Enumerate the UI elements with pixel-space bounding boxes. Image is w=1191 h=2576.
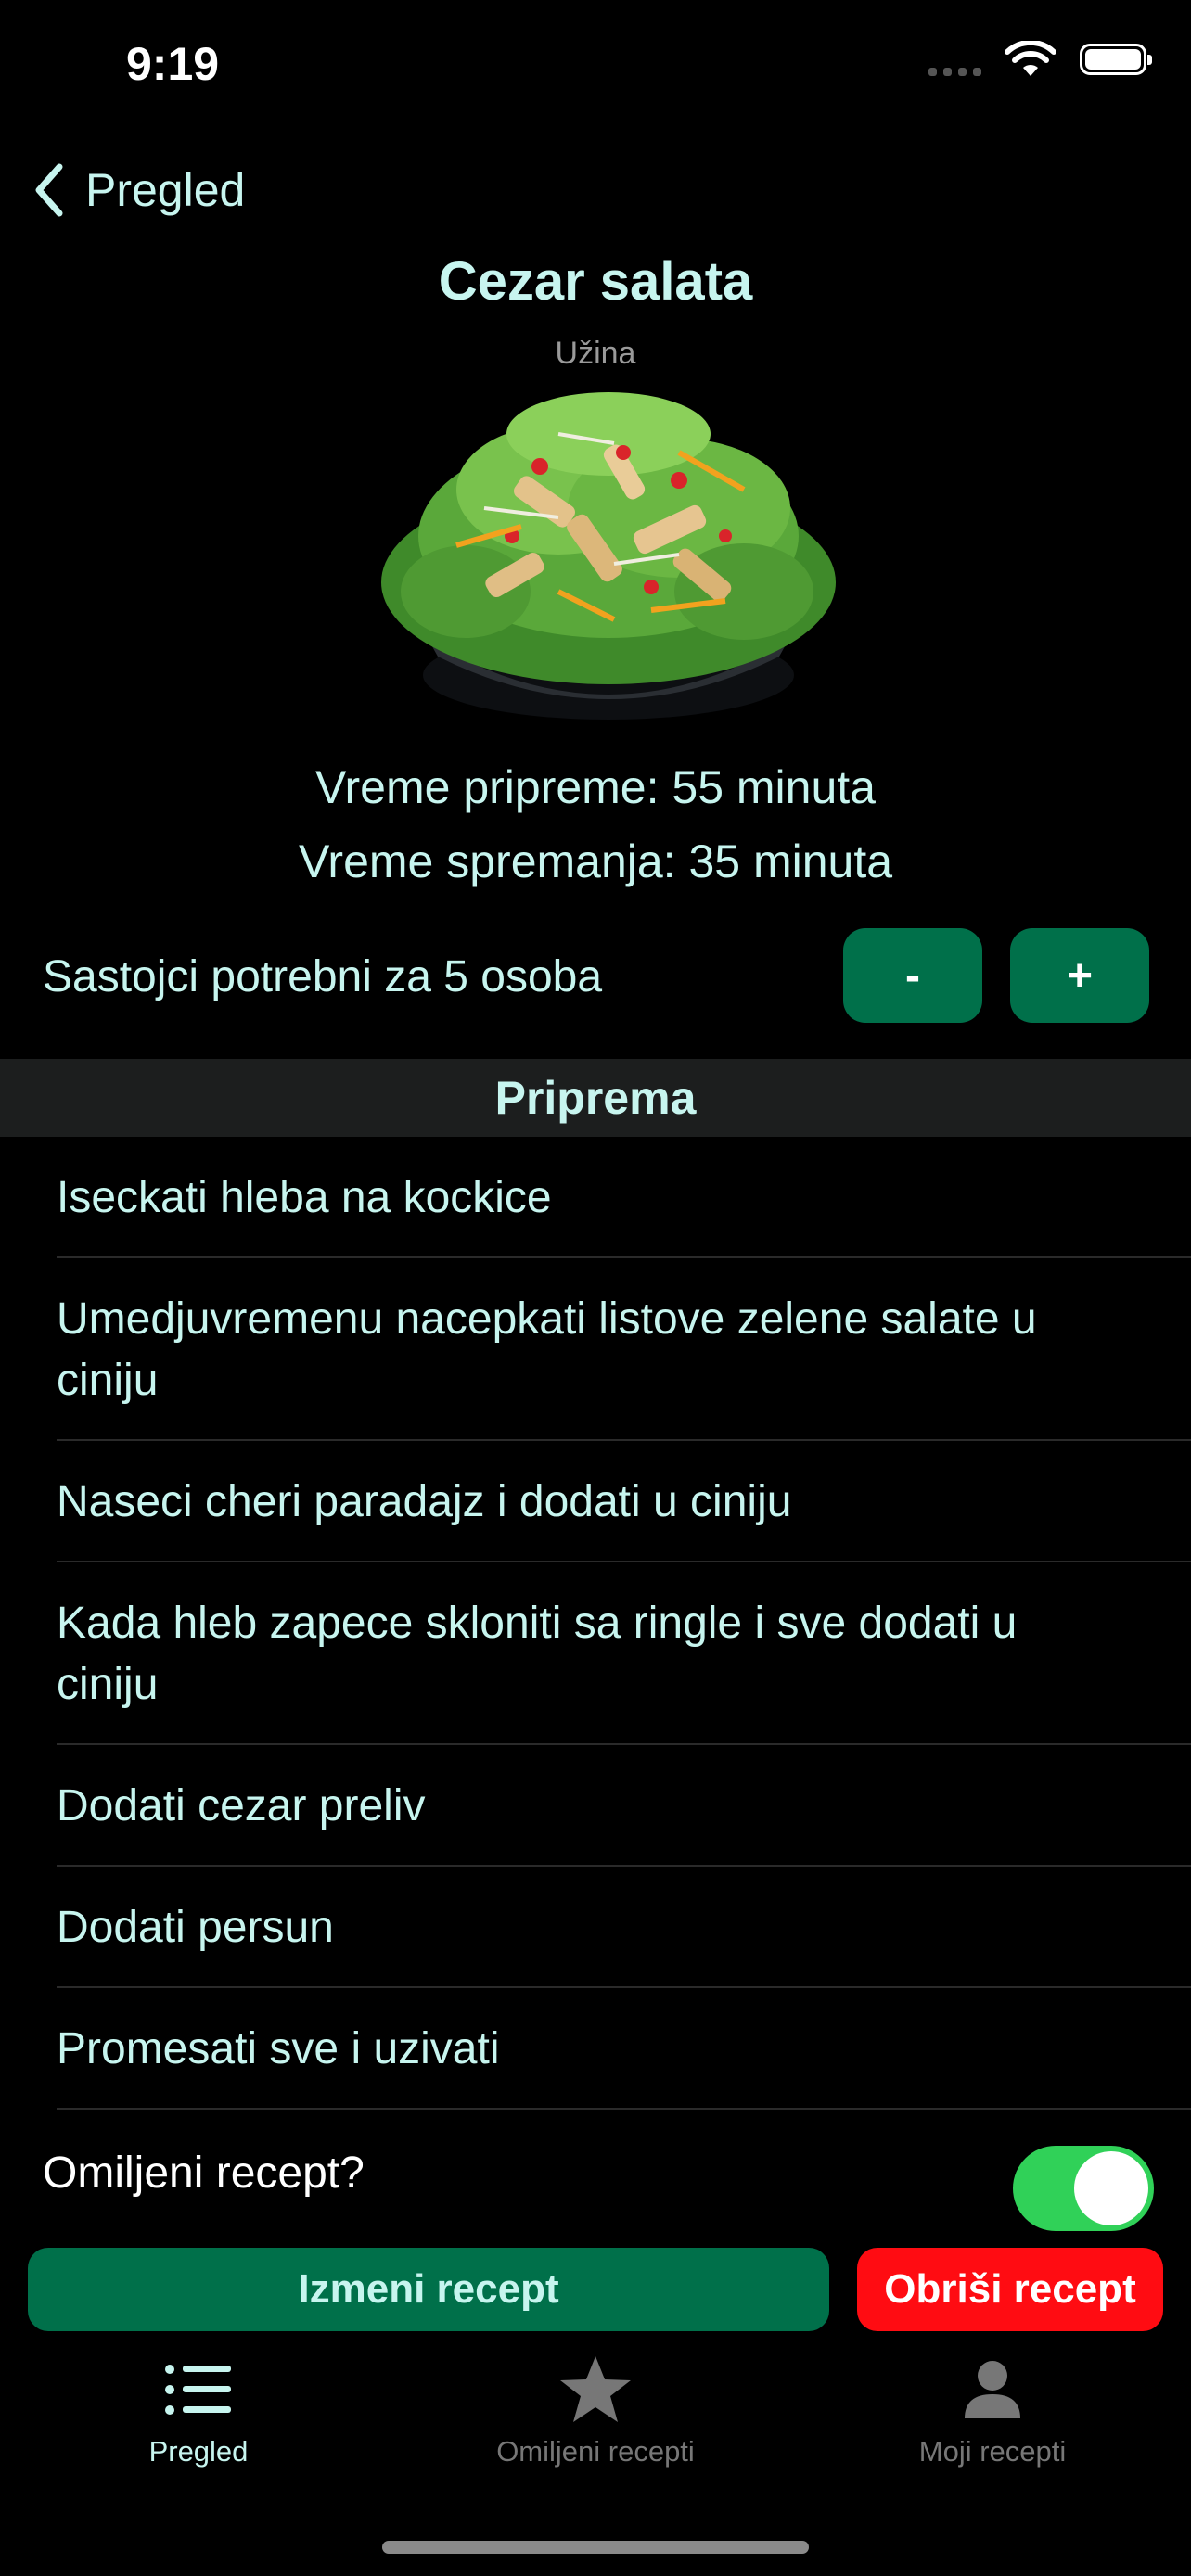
tab-label: Omiljeni recepti xyxy=(496,2435,695,2468)
recipe-title: Cezar salata xyxy=(438,251,753,312)
preparation-steps-list: Iseckati hleba na kockice Umedjuvremenu … xyxy=(0,1137,1191,2110)
step-text: Naseci cheri paradajz i dodati u ciniju xyxy=(57,1476,792,1526)
step-text: Kada hleb zapece skloniti sa ringle i sv… xyxy=(57,1598,1018,1709)
list-item: Promesati sve i uzivati xyxy=(0,1988,1191,2110)
cellular-signal-icon xyxy=(928,43,981,76)
recipe-category: Užina xyxy=(555,336,636,371)
person-icon xyxy=(965,2361,1020,2418)
status-time: 9:19 xyxy=(126,38,220,90)
chevron-left-icon xyxy=(35,163,63,217)
increase-servings-button[interactable]: + xyxy=(1010,928,1149,1023)
list-item: Kada hleb zapece skloniti sa ringle i sv… xyxy=(0,1562,1191,1745)
prep-time: Vreme pripreme: 55 minuta xyxy=(315,761,876,813)
list-icon xyxy=(165,2365,231,2415)
wifi-icon xyxy=(1005,41,1056,76)
tab-label: Moji recepti xyxy=(918,2435,1067,2468)
battery-icon xyxy=(1080,44,1152,75)
step-text: Dodati cezar preliv xyxy=(57,1780,426,1830)
list-item: Dodati persun xyxy=(0,1867,1191,1988)
step-text: Umedjuvremenu nacepkati listove zelene s… xyxy=(57,1294,1037,1405)
step-text: Iseckati hleba na kockice xyxy=(57,1172,552,1222)
star-icon xyxy=(560,2356,631,2422)
preparation-header: Priprema xyxy=(0,1059,1191,1137)
back-button[interactable]: Pregled xyxy=(33,163,245,217)
list-item: Iseckati hleba na kockice xyxy=(0,1137,1191,1258)
tab-label: Pregled xyxy=(148,2435,249,2468)
tab-pregled[interactable]: Pregled xyxy=(0,2350,397,2489)
status-icons xyxy=(928,41,1152,78)
decrease-servings-button[interactable]: - xyxy=(843,928,982,1023)
cook-time: Vreme spremanja: 35 minuta xyxy=(298,835,893,887)
step-text: Dodati persun xyxy=(57,1902,334,1952)
favorite-toggle[interactable] xyxy=(1013,2146,1154,2231)
tab-my-recipes[interactable]: Moji recepti xyxy=(794,2350,1191,2489)
list-item: Naseci cheri paradajz i dodati u ciniju xyxy=(0,1441,1191,1562)
step-text: Promesati sve i uzivati xyxy=(57,2023,500,2073)
toggle-knob xyxy=(1074,2151,1148,2225)
edit-recipe-button[interactable]: Izmeni recept xyxy=(28,2248,829,2331)
recipe-image xyxy=(381,392,836,720)
delete-recipe-button[interactable]: Obriši recept xyxy=(857,2248,1163,2331)
list-item: Dodati cezar preliv xyxy=(0,1745,1191,1867)
favorite-label: Omiljeni recept? xyxy=(43,2149,365,2198)
list-item: Umedjuvremenu nacepkati listove zelene s… xyxy=(0,1258,1191,1441)
tab-favorites[interactable]: Omiljeni recepti xyxy=(397,2350,794,2489)
tab-bar: Pregled Omiljeni recepti Moji recepti xyxy=(0,2350,1191,2489)
servings-label: Sastojci potrebni za 5 osoba xyxy=(43,952,603,1001)
back-label: Pregled xyxy=(85,164,246,216)
home-indicator xyxy=(382,2541,809,2554)
